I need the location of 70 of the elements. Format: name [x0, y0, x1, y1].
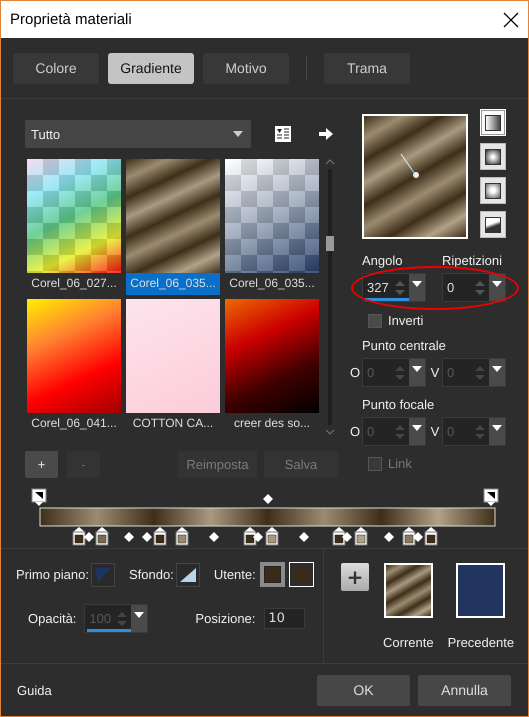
gradient-preview[interactable]: [362, 114, 468, 239]
caret-icon: [412, 281, 422, 287]
small-button[interactable]: +: [25, 451, 58, 478]
gradient-tile[interactable]: creer des so...: [225, 299, 319, 435]
add-button[interactable]: +: [341, 563, 369, 591]
point-label: Punto focale: [362, 397, 436, 412]
caret-icon: [492, 281, 502, 287]
caret-icon: [492, 366, 502, 372]
caret-icon: [492, 425, 502, 431]
help-link[interactable]: Guida: [17, 682, 309, 698]
tab[interactable]: Colore: [13, 52, 99, 84]
dropdown-button[interactable]: [409, 274, 425, 301]
angle-label: Angolo: [362, 253, 404, 268]
close-icon[interactable]: [502, 10, 520, 28]
axis-label: V: [430, 365, 440, 380]
previous-swatch[interactable]: [456, 563, 506, 618]
background-label: Sfondo:: [128, 567, 174, 582]
gradient-tile[interactable]: Corel_06_041...: [27, 299, 121, 435]
user-label: Utente:: [214, 567, 256, 582]
caret-icon: [412, 425, 422, 431]
current-label: Corrente: [383, 635, 434, 650]
scrollbar-thumb[interactable]: [326, 236, 334, 251]
list-view-icon[interactable]: [275, 126, 291, 142]
current-swatch: [384, 563, 433, 618]
position-field[interactable]: 10: [264, 608, 306, 629]
user-swatch[interactable]: [288, 562, 314, 587]
position-label: Posizione:: [195, 611, 256, 626]
foreground-label: Primo piano:: [16, 567, 89, 582]
gradient-type-button[interactable]: [480, 143, 506, 170]
focus-underline: [365, 298, 409, 301]
radial-gradient-icon: [485, 216, 501, 232]
checkbox-label: Inverti: [388, 313, 424, 328]
arrow-right-icon[interactable]: [319, 128, 333, 140]
axis-label: O: [348, 365, 362, 380]
window-title: Proprietà materiali: [10, 11, 132, 28]
gradient-tile[interactable]: Corel_06_035...: [225, 159, 319, 295]
caret-icon: [134, 612, 144, 618]
sunburst-gradient-icon: [485, 182, 501, 198]
dialog-button[interactable]: Annulla: [418, 674, 511, 706]
point-label: Punto centrale: [362, 338, 447, 353]
previous-label: Precedente: [448, 635, 514, 650]
linear-gradient-icon: [485, 114, 501, 130]
dialog-button[interactable]: OK: [317, 674, 410, 706]
axis-label: V: [430, 424, 440, 439]
caret-icon: [233, 131, 243, 137]
gradient-tile[interactable]: COTTON CA...: [126, 299, 220, 435]
tab[interactable]: Gradiente: [108, 52, 194, 84]
opacity-label: Opacità:: [28, 611, 76, 626]
angle-spinbox[interactable]: 327: [362, 273, 426, 302]
background-swatch[interactable]: [176, 562, 200, 586]
scroll-up-icon[interactable]: [325, 159, 335, 165]
checkbox-label: Link: [388, 456, 412, 471]
focus-underline: [87, 629, 132, 632]
tab[interactable]: Trama: [324, 52, 410, 84]
foreground-swatch[interactable]: [90, 562, 115, 586]
rectangular-gradient-icon: [485, 148, 501, 164]
checkbox[interactable]: [368, 314, 382, 328]
dropdown-button[interactable]: [489, 274, 505, 301]
category-dropdown[interactable]: Tutto: [25, 120, 251, 148]
user-swatch[interactable]: [260, 562, 285, 587]
gradient-type-button[interactable]: [480, 177, 506, 204]
repeats-label: Ripetizioni: [442, 253, 502, 268]
axis-label: O: [348, 424, 362, 439]
gradient-tile[interactable]: Corel_06_027...: [27, 159, 121, 295]
gradient-type-button[interactable]: [480, 211, 506, 238]
tab[interactable]: Motivo: [203, 52, 289, 84]
repeats-spinbox[interactable]: 0: [442, 273, 506, 302]
scroll-down-icon[interactable]: [325, 429, 335, 435]
gradient-tile[interactable]: Corel_06_035...: [126, 159, 220, 295]
caret-icon: [412, 366, 422, 372]
